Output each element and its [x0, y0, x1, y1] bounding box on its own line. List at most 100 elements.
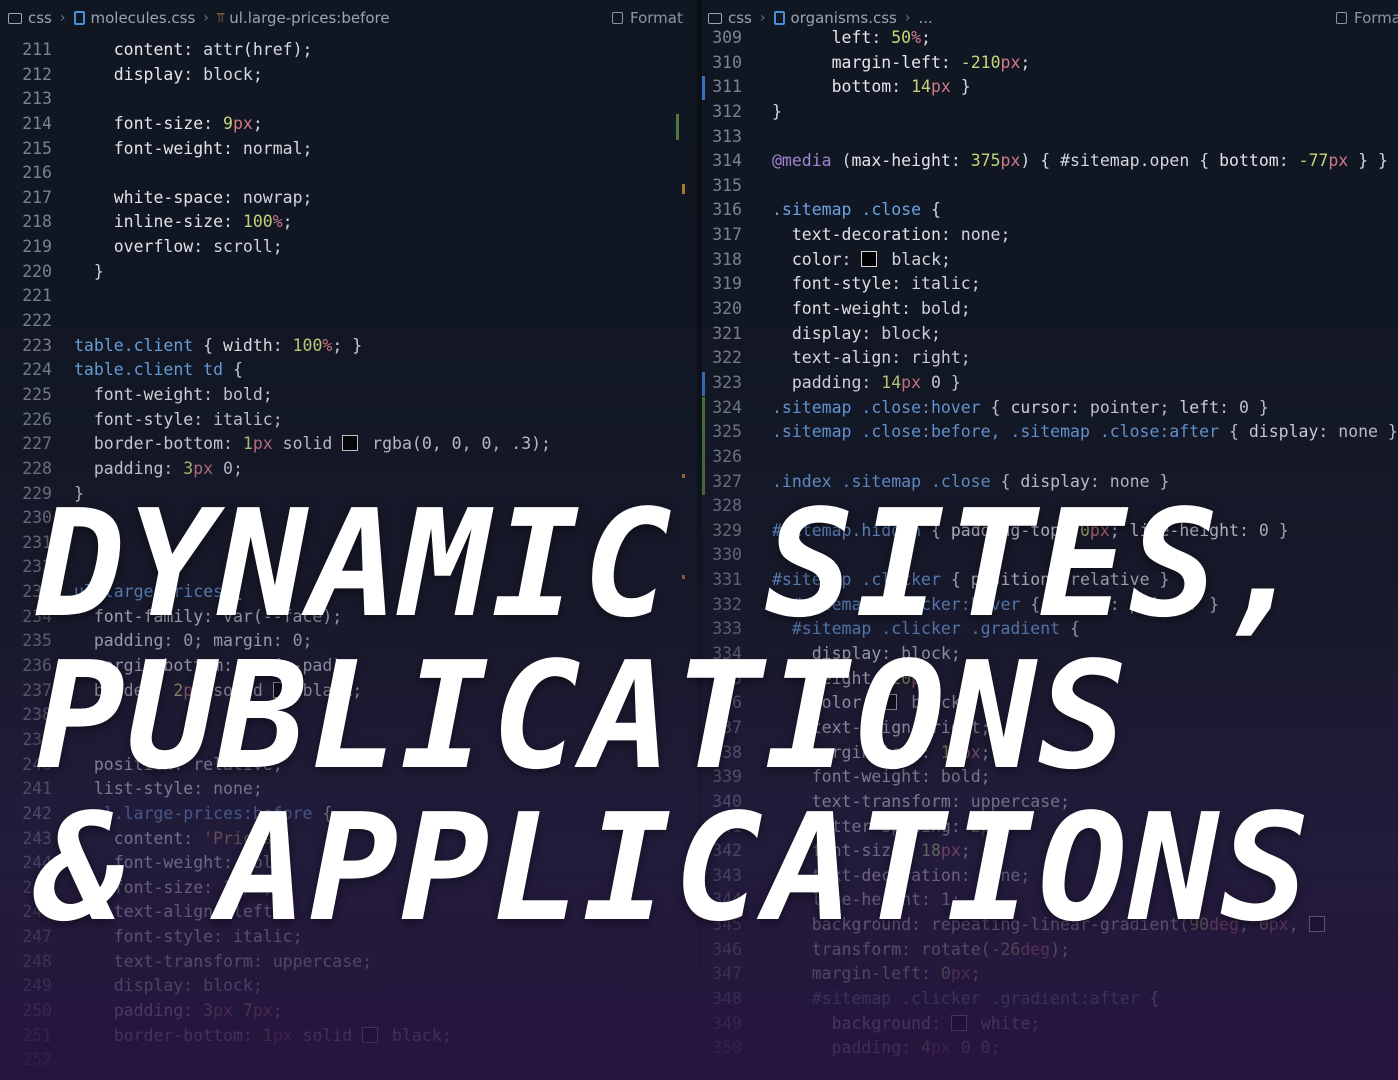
color-swatch[interactable] [861, 250, 878, 267]
breadcrumb-symbol[interactable]: ... [918, 9, 932, 27]
code-text[interactable]: display: block; [74, 63, 263, 88]
code-text[interactable]: table.client { width: 100%; } [74, 334, 362, 359]
line-number: 225 [22, 384, 52, 404]
code-line[interactable]: 224 table.client td { [0, 358, 697, 383]
code-text[interactable]: #sitemap .clicker .gradient:after { [772, 987, 1160, 1012]
line-number: 347 [712, 964, 742, 984]
line-number: 251 [22, 1025, 52, 1045]
line-number: 325 [712, 422, 742, 442]
code-line[interactable]: 318 color: black; [702, 248, 1398, 273]
code-line[interactable]: 348 #sitemap .clicker .gradient:after { [702, 987, 1398, 1012]
code-text[interactable]: content: attr(href); [74, 38, 313, 63]
line-number: 227 [22, 434, 52, 454]
code-text[interactable]: } [74, 260, 104, 285]
code-text[interactable]: .sitemap .close:before, .sitemap .close:… [772, 420, 1398, 445]
code-text[interactable]: font-weight: normal; [74, 137, 313, 162]
code-line[interactable]: 326 [702, 445, 1398, 470]
code-text[interactable]: display: block; [74, 974, 263, 999]
code-text[interactable]: white-space: nowrap; [74, 186, 313, 211]
code-line[interactable]: 218 inline-size: 100%; [0, 210, 697, 235]
code-line[interactable]: 350 padding: 4px 0 0; [702, 1036, 1398, 1061]
code-text[interactable]: padding: 3px 7px; [74, 999, 283, 1024]
code-line[interactable]: 347 margin-left: 0px; [702, 962, 1398, 987]
code-text[interactable]: font-weight: bold; [74, 383, 273, 408]
code-line[interactable]: 324 .sitemap .close:hover { cursor: point… [702, 396, 1398, 421]
color-swatch[interactable] [362, 1026, 379, 1043]
code-text[interactable]: padding: 4px 0 0; [772, 1036, 1001, 1061]
code-text[interactable]: margin-left: -210px; [772, 51, 1031, 76]
code-line[interactable]: 214 font-size: 9px; [0, 112, 697, 137]
code-line[interactable]: 319 font-style: italic; [702, 272, 1398, 297]
code-line[interactable]: 225 font-weight: bold; [0, 383, 697, 408]
code-line[interactable]: 251 border-bottom: 1px solid black; [0, 1024, 697, 1049]
code-text[interactable]: margin-left: 0px; [772, 962, 981, 987]
code-line[interactable]: 316 .sitemap .close { [702, 198, 1398, 223]
format-button[interactable]: Format [612, 0, 683, 36]
code-line[interactable]: 211 content: attr(href); [0, 38, 697, 63]
code-line[interactable]: 227 border-bottom: 1px solid rgba(0, 0, … [0, 432, 697, 457]
code-text[interactable]: @media (max-height: 375px) { #sitemap.op… [772, 149, 1388, 174]
code-line[interactable]: 314 @media (max-height: 375px) { #sitemap… [702, 149, 1398, 174]
code-text[interactable]: font-weight: bold; [772, 297, 971, 322]
code-line[interactable]: 212 display: block; [0, 63, 697, 88]
breadcrumb-symbol[interactable]: ⫪ ul.large-prices:before [217, 9, 390, 27]
code-line[interactable]: 315 [702, 174, 1398, 199]
code-text[interactable]: bottom: 14px } [772, 75, 971, 100]
code-line[interactable]: 215 font-weight: normal; [0, 137, 697, 162]
code-line[interactable]: 311 bottom: 14px } [702, 75, 1398, 100]
code-text[interactable]: font-style: italic; [772, 272, 981, 297]
code-line[interactable]: 321 display: block; [702, 322, 1398, 347]
color-swatch[interactable] [950, 1014, 967, 1031]
breadcrumb-folder[interactable]: css [708, 9, 752, 27]
code-text[interactable]: color: black; [772, 248, 951, 273]
code-text[interactable]: left: 50%; [772, 26, 931, 51]
code-text[interactable]: .sitemap .close:hover { cursor: pointer;… [772, 396, 1269, 421]
code-text[interactable]: background: white; [772, 1012, 1041, 1037]
scrollbar-change-marker [676, 114, 679, 140]
code-line[interactable]: 220 } [0, 260, 697, 285]
code-line[interactable]: 217 white-space: nowrap; [0, 186, 697, 211]
code-text[interactable]: .sitemap .close { [772, 198, 941, 223]
line-number: 220 [22, 261, 52, 281]
chevron-right-icon: › [904, 10, 911, 26]
code-line[interactable]: 222 [0, 309, 697, 334]
code-text[interactable]: font-style: italic; [74, 408, 283, 433]
code-line[interactable]: 320 font-weight: bold; [702, 297, 1398, 322]
code-line[interactable]: 221 [0, 284, 697, 309]
code-text[interactable]: } [772, 100, 782, 125]
code-line[interactable]: 250 padding: 3px 7px; [0, 999, 697, 1024]
headline: DYNAMIC SITES, PUBLICATIONS & APPLICATIO… [36, 488, 1398, 944]
code-line[interactable]: 216 [0, 161, 697, 186]
code-text[interactable]: inline-size: 100%; [74, 210, 293, 235]
code-line[interactable]: 213 [0, 87, 697, 112]
line-number: 217 [22, 187, 52, 207]
code-text[interactable]: display: block; [772, 322, 941, 347]
code-line[interactable]: 322 text-align: right; [702, 346, 1398, 371]
code-line[interactable]: 226 font-style: italic; [0, 408, 697, 433]
code-line[interactable]: 249 display: block; [0, 974, 697, 999]
code-line[interactable]: 309 left: 50%; [702, 26, 1398, 51]
code-line[interactable]: 313 [702, 125, 1398, 150]
code-text[interactable]: border-bottom: 1px solid rgba(0, 0, 0, .… [74, 432, 551, 457]
code-text[interactable]: table.client td { [74, 358, 243, 383]
breadcrumb-file[interactable]: molecules.css [73, 9, 195, 27]
code-line[interactable]: 310 margin-left: -210px; [702, 51, 1398, 76]
code-text[interactable]: font-size: 9px; [74, 112, 263, 137]
line-number: 318 [712, 249, 742, 269]
code-line[interactable]: 223 table.client { width: 100%; } [0, 334, 697, 359]
code-text[interactable]: padding: 14px 0 } [772, 371, 961, 396]
code-text[interactable]: overflow: scroll; [74, 235, 283, 260]
code-line[interactable]: 323 padding: 14px 0 } [702, 371, 1398, 396]
code-line[interactable]: 325 .sitemap .close:before, .sitemap .clo… [702, 420, 1398, 445]
code-line[interactable]: 349 background: white; [702, 1012, 1398, 1037]
code-text[interactable]: text-decoration: none; [772, 223, 1011, 248]
code-text[interactable]: text-align: right; [772, 346, 971, 371]
code-line[interactable]: 219 overflow: scroll; [0, 235, 697, 260]
code-line[interactable]: 317 text-decoration: none; [702, 223, 1398, 248]
breadcrumb-file[interactable]: organisms.css [773, 9, 897, 27]
breadcrumb-folder[interactable]: css [8, 9, 52, 27]
code-line[interactable]: 252 [0, 1048, 697, 1073]
code-text[interactable]: border-bottom: 1px solid black; [74, 1024, 452, 1049]
code-line[interactable]: 312} [702, 100, 1398, 125]
color-swatch[interactable] [342, 435, 359, 452]
